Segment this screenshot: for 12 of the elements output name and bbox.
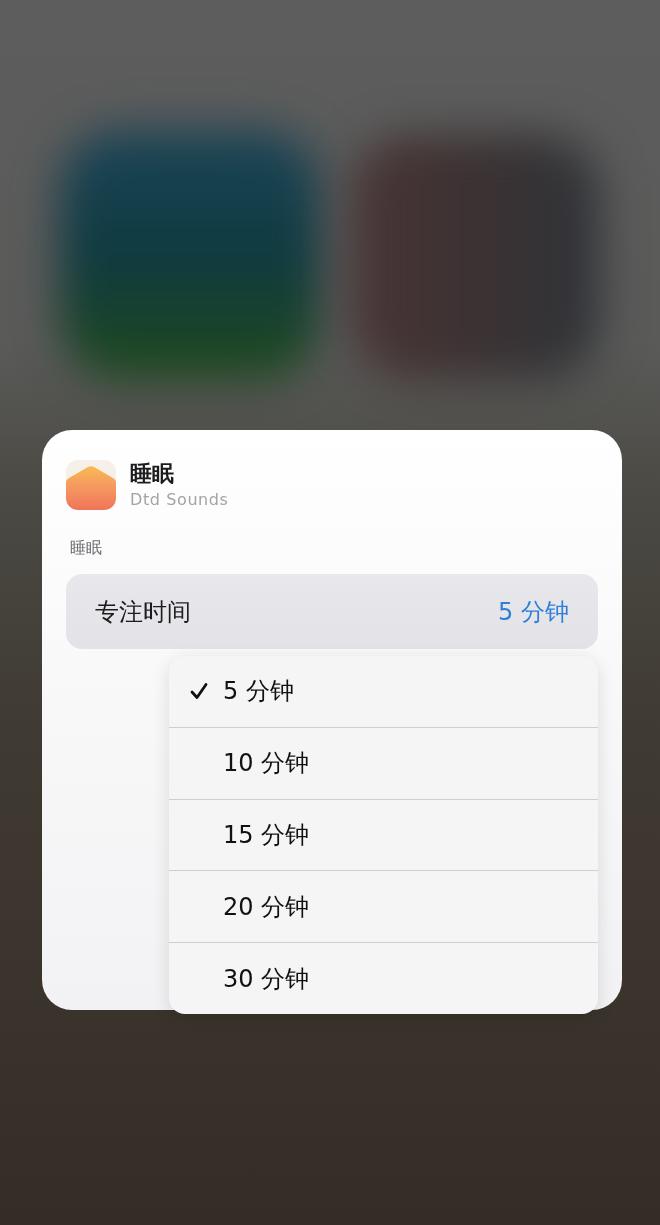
app-name: 睡眠 [130,460,175,488]
menu-item[interactable]: 20 分钟 [169,871,598,944]
app-subtitle: Dtd Sounds [130,490,229,510]
section-label: 睡眠 [70,538,102,558]
menu-item[interactable]: 10 分钟 [169,727,598,800]
option-value: 5 分钟 [498,596,569,628]
option-row[interactable]: 专注时间 5 分钟 [66,574,598,649]
menu-item[interactable]: 5 分钟 [169,656,598,728]
option-label: 专注时间 [95,596,191,628]
app-icon [66,460,116,510]
menu-item[interactable]: 15 分钟 [169,799,598,872]
menu-item[interactable]: 30 分钟 [169,943,598,1014]
